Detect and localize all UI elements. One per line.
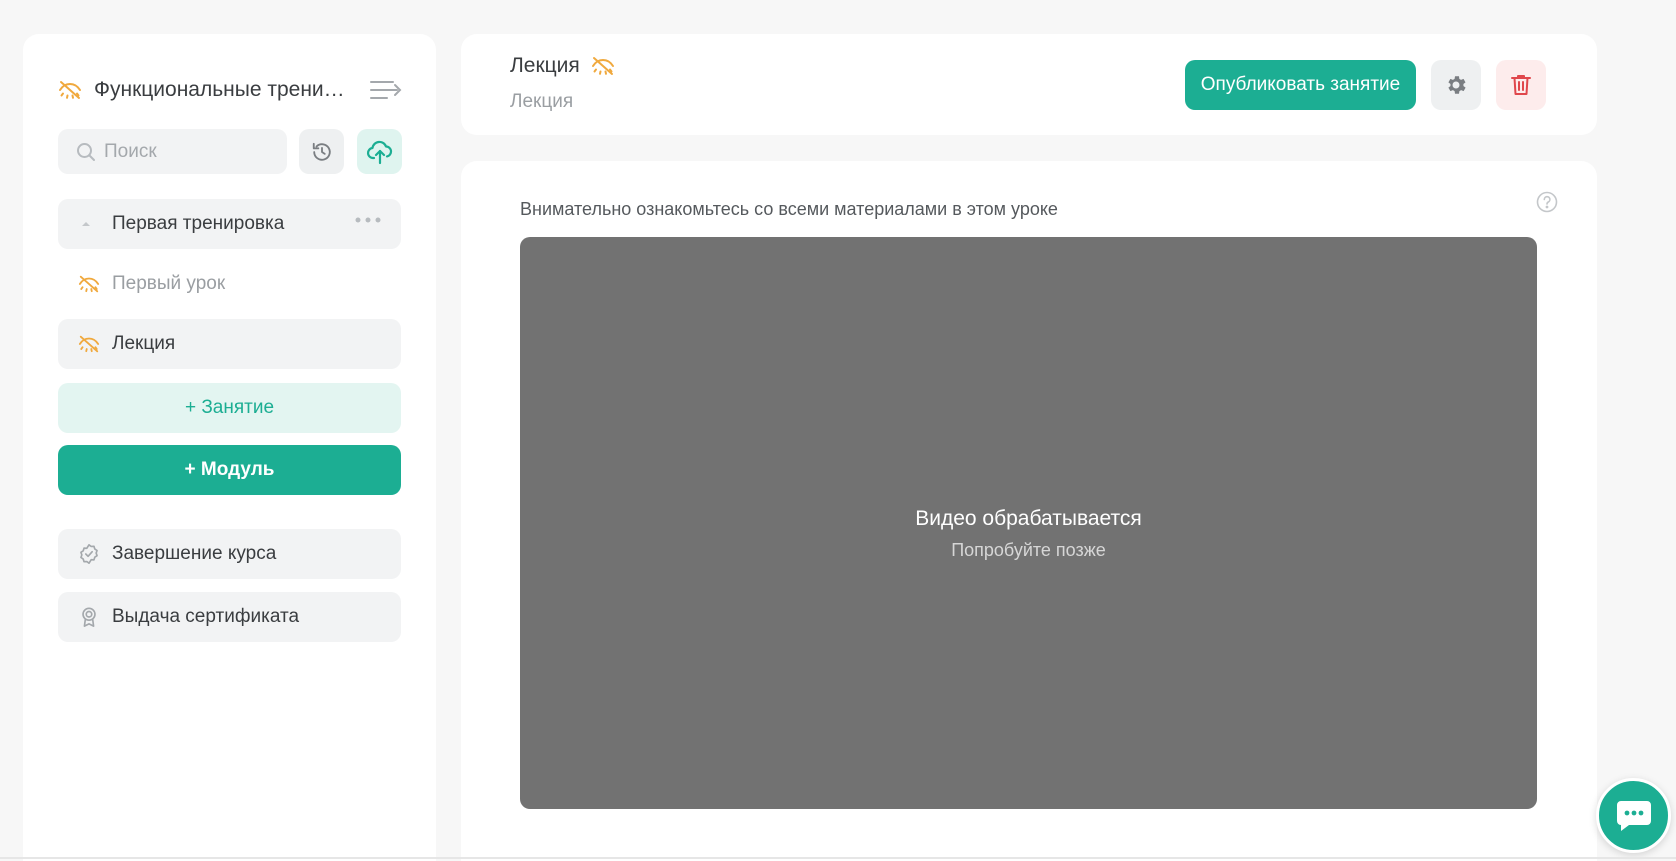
- collapse-menu-icon[interactable]: [369, 74, 403, 106]
- add-module-button[interactable]: + Модуль: [58, 445, 401, 495]
- video-hint: Попробуйте позже: [951, 540, 1106, 560]
- lesson-item[interactable]: Первый урок: [58, 259, 401, 309]
- video-status: Видео обрабатывается: [915, 507, 1142, 530]
- search-input[interactable]: [104, 140, 274, 163]
- lesson-header: Лекция Лекция Опубликовать занятие: [461, 34, 1597, 135]
- search-icon: [77, 142, 95, 161]
- course-header: Функциональные трени…: [58, 70, 403, 110]
- finish-course-item[interactable]: Завершение курса: [58, 529, 401, 579]
- history-icon: [312, 142, 331, 161]
- eye-off-icon[interactable]: [58, 78, 82, 102]
- certificate-item[interactable]: Выдача сертификата: [58, 592, 401, 642]
- search-box: [58, 129, 287, 174]
- caret-up-icon[interactable]: [80, 220, 92, 228]
- finish-course-label: Завершение курса: [112, 543, 277, 564]
- module-item[interactable]: Первая тренировка: [58, 199, 401, 249]
- lesson-instruction: Внимательно ознакомьтесь со всеми матери…: [520, 199, 1058, 219]
- lesson-content: Внимательно ознакомьтесь со всеми матери…: [461, 161, 1597, 861]
- settings-button[interactable]: [1431, 60, 1481, 110]
- cloud-upload-icon: [366, 140, 392, 164]
- lesson-item-active[interactable]: Лекция: [58, 319, 401, 369]
- chat-button[interactable]: [1596, 778, 1671, 853]
- certificate-label: Выдача сертификата: [112, 606, 300, 627]
- more-icon[interactable]: [355, 217, 381, 223]
- lesson-subtitle: Лекция: [510, 91, 574, 112]
- bottom-divider: [0, 857, 1676, 859]
- lesson-label: Лекция: [112, 333, 176, 354]
- delete-button[interactable]: [1496, 60, 1546, 110]
- eye-off-icon: [78, 335, 100, 353]
- eye-off-icon[interactable]: [591, 54, 615, 78]
- trash-icon: [1511, 75, 1531, 95]
- publish-lesson-button[interactable]: Опубликовать занятие: [1185, 60, 1416, 110]
- lesson-title: Лекция: [510, 54, 580, 77]
- question-icon[interactable]: [1536, 191, 1558, 213]
- sidebar: Функциональные трени… Пе: [23, 34, 436, 861]
- lesson-title-wrap: Лекция: [510, 54, 615, 78]
- eye-off-icon: [78, 275, 100, 293]
- add-lesson-button[interactable]: + Занятие: [58, 383, 401, 433]
- lesson-label: Первый урок: [112, 273, 226, 294]
- course-title: Функциональные трени…: [94, 78, 345, 101]
- gear-icon: [1448, 76, 1466, 94]
- video-player[interactable]: Видео обрабатывается Попробуйте позже: [520, 237, 1537, 809]
- chat-icon: [1616, 800, 1651, 831]
- history-button[interactable]: [299, 129, 344, 174]
- module-label: Первая тренировка: [112, 213, 285, 234]
- award-icon: [82, 607, 96, 627]
- upload-button[interactable]: [357, 129, 402, 174]
- verified-badge-icon: [80, 544, 98, 564]
